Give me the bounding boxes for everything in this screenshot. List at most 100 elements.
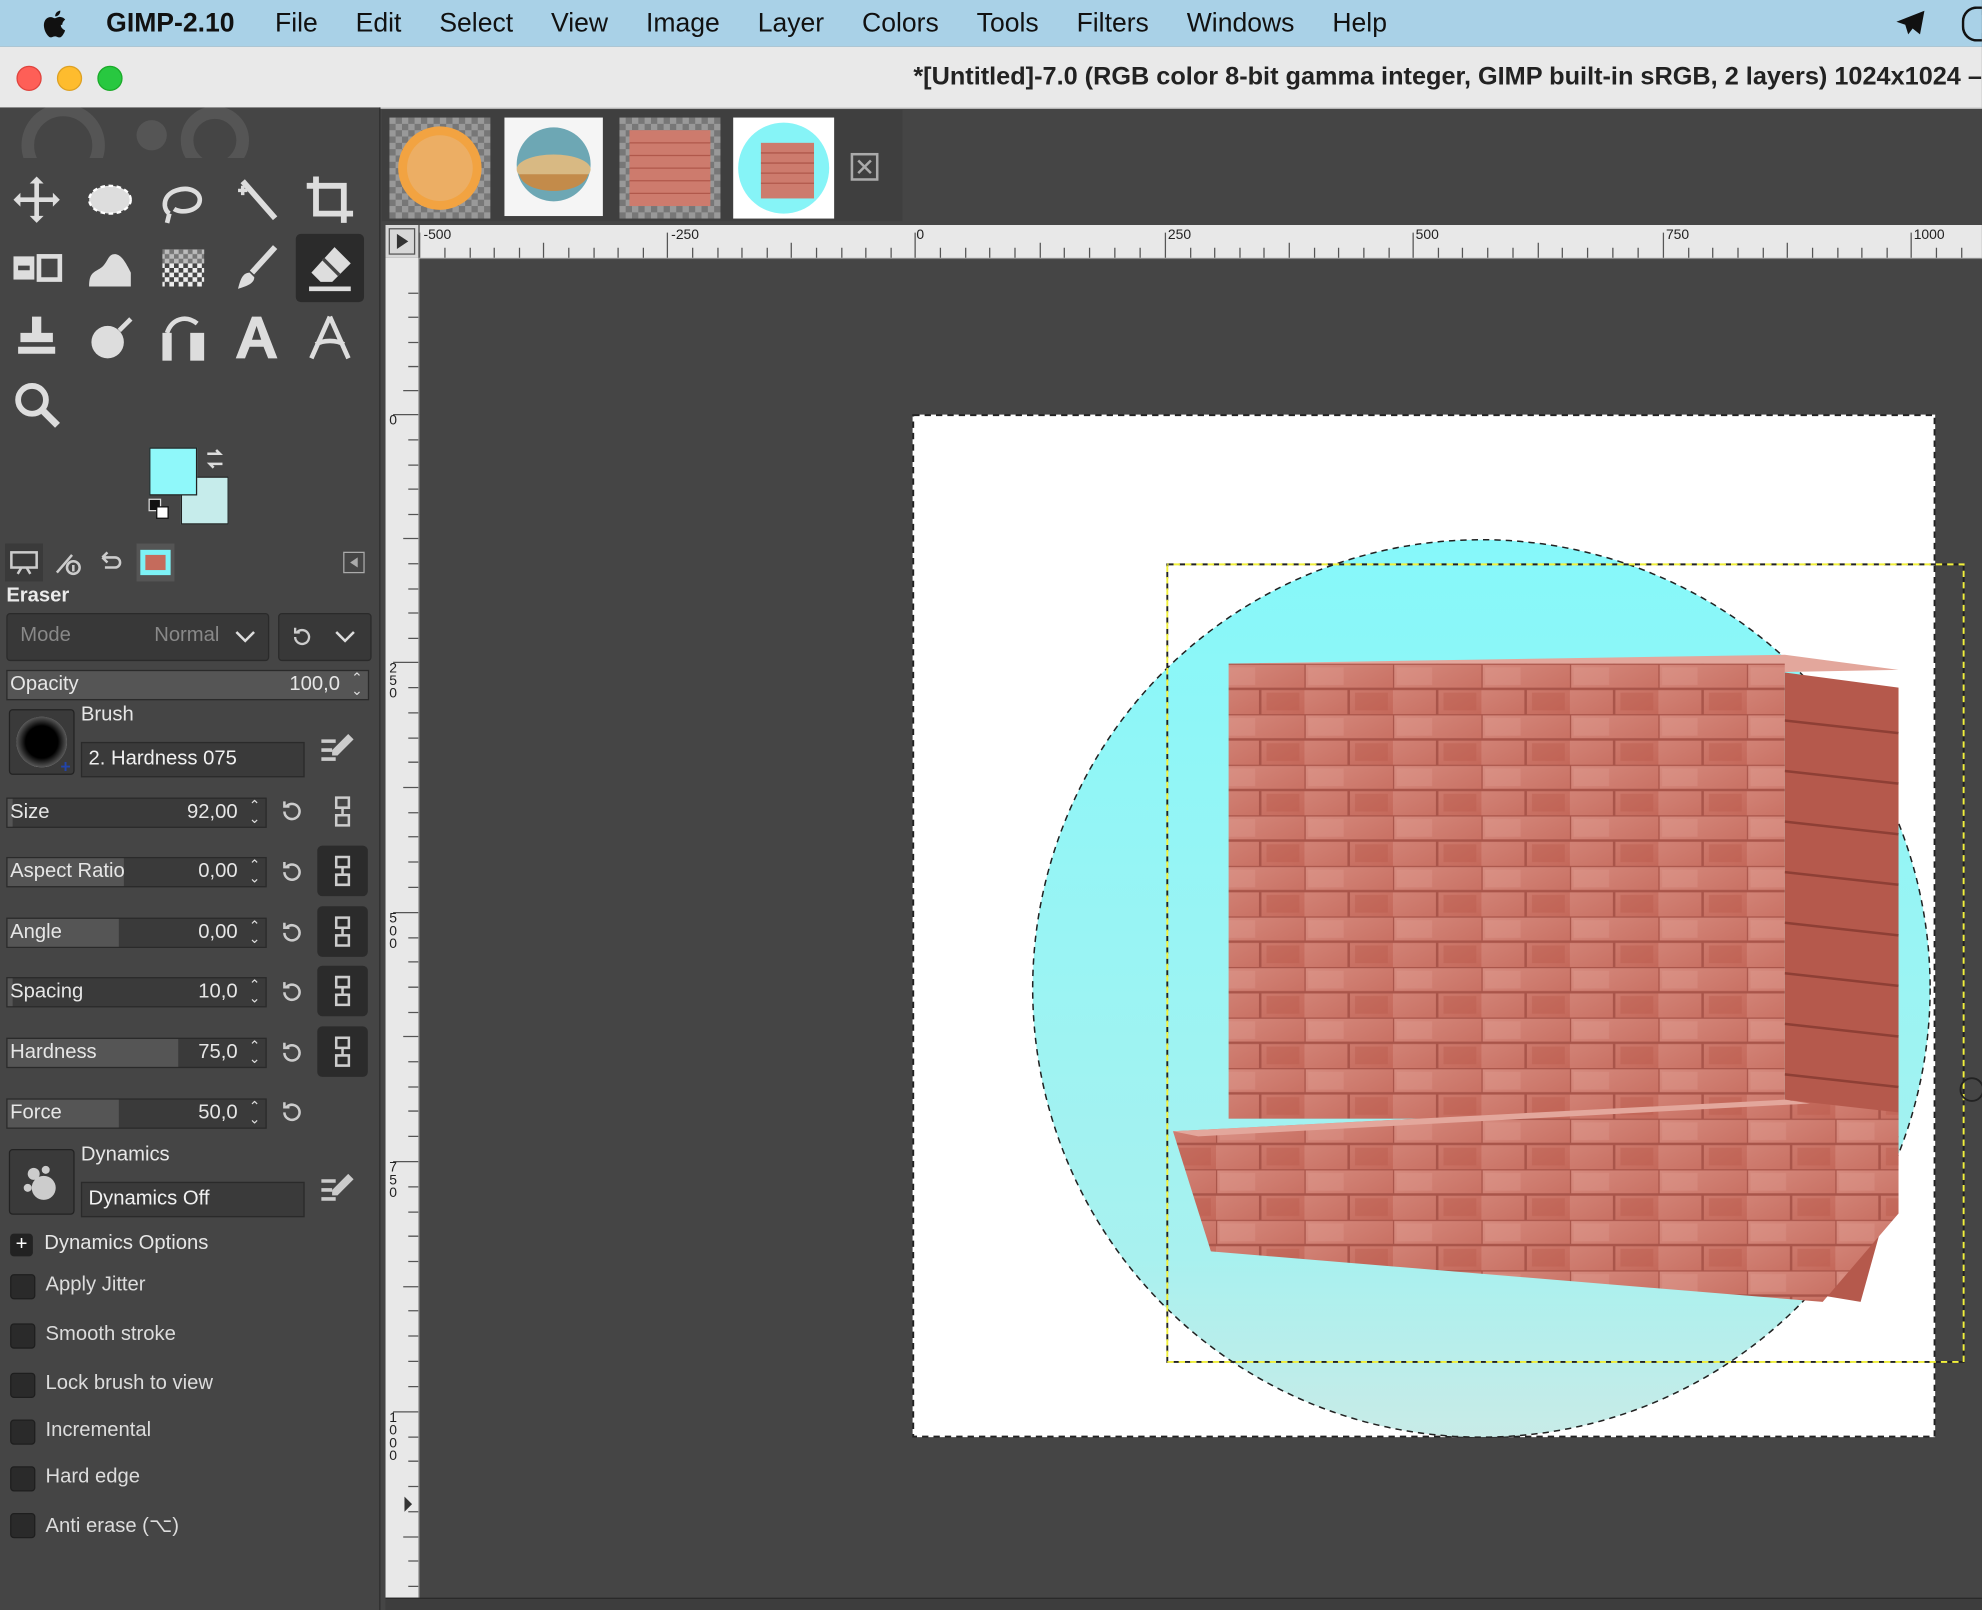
tool-options-tab[interactable] (5, 543, 43, 582)
panel-menu-icon[interactable] (341, 550, 366, 575)
angle-reset-button[interactable] (276, 916, 309, 949)
zoom-tool[interactable] (3, 370, 71, 438)
spin-arrows-icon[interactable]: ⌃ ⌄ (351, 672, 363, 699)
brush-name-field[interactable]: 2. Hardness 075 (80, 741, 305, 778)
mode-value: Normal (154, 624, 220, 646)
hardness-reset-button[interactable] (276, 1036, 309, 1069)
ruler-label: 750 (1665, 227, 1690, 243)
image-tab-orange-ball[interactable] (389, 117, 491, 219)
free-select-tool[interactable] (149, 166, 217, 234)
swap-colors-icon[interactable] (202, 446, 227, 471)
size-link-button[interactable] (326, 795, 359, 828)
incremental-checkbox[interactable] (10, 1419, 36, 1445)
image-thumbnail (504, 117, 603, 217)
force-slider[interactable]: Force 50,0 ⌃ ⌄ (6, 1098, 267, 1129)
spacing-slider[interactable]: Spacing 10,0 ⌃ ⌄ (6, 977, 267, 1008)
ruler-corner[interactable] (385, 224, 419, 258)
spacing-reset-button[interactable] (276, 976, 309, 1009)
image-tab-brick-circle[interactable] (733, 117, 835, 219)
minimize-window-button[interactable] (56, 65, 83, 92)
warp-transform-tool[interactable] (76, 234, 144, 302)
vertical-ruler[interactable]: 0 250 500 750 1000 (385, 257, 420, 1598)
unified-transform-tool[interactable] (3, 234, 71, 302)
anti-erase-checkbox[interactable] (10, 1513, 36, 1539)
hardness-link-button[interactable] (317, 1026, 368, 1077)
spin-arrows-icon[interactable]: ⌃ ⌄ (249, 1100, 261, 1127)
spin-arrows-icon[interactable]: ⌃ ⌄ (249, 799, 261, 826)
smudge-tool[interactable] (76, 303, 144, 371)
spin-arrows-icon[interactable]: ⌃ ⌄ (249, 979, 261, 1006)
size-slider[interactable]: Size 92,00 ⌃ ⌄ (6, 797, 267, 828)
mode-label: Mode (20, 624, 71, 646)
image-tab-bowl[interactable] (504, 117, 605, 219)
app-name[interactable]: GIMP-2.10 (106, 8, 234, 38)
move-tool[interactable] (3, 166, 71, 234)
hardness-slider[interactable]: Hardness 75,0 ⌃ ⌄ (6, 1037, 267, 1069)
menu-help[interactable]: Help (1332, 8, 1387, 38)
spacing-link-button[interactable] (317, 965, 368, 1017)
undo-history-tab[interactable] (91, 544, 129, 582)
foreground-color-swatch[interactable] (149, 447, 198, 496)
size-reset-button[interactable] (276, 795, 309, 828)
navigate-arrow-icon (388, 228, 416, 255)
aspect-ratio-slider[interactable]: Aspect Ratio 0,00 ⌃ ⌄ (6, 856, 267, 888)
menu-view[interactable]: View (551, 8, 608, 38)
device-status-tab[interactable] (48, 544, 86, 582)
lock-brush-to-view-checkbox[interactable] (10, 1372, 36, 1398)
image-tab-brick-wall[interactable] (619, 117, 721, 219)
eraser-tool[interactable] (295, 233, 365, 303)
ellipse-select-tool[interactable] (76, 166, 144, 234)
gradient-tool[interactable] (149, 234, 217, 302)
images-tab[interactable] (136, 543, 175, 582)
menu-tools[interactable]: Tools (977, 8, 1039, 38)
dynamics-options-expander[interactable]: + Dynamics Options (10, 1230, 364, 1260)
menu-windows[interactable]: Windows (1187, 8, 1295, 38)
opacity-slider[interactable]: Opacity 100,0 ⌃ ⌄ (6, 669, 370, 701)
spin-arrows-icon[interactable]: ⌃ ⌄ (249, 859, 261, 886)
force-reset-button[interactable] (276, 1096, 309, 1129)
paths-tool[interactable] (149, 303, 217, 371)
aspect-ratio-reset-button[interactable] (276, 856, 309, 889)
menu-select[interactable]: Select (439, 8, 513, 38)
menu-colors[interactable]: Colors (862, 8, 939, 38)
menu-edit[interactable]: Edit (356, 8, 402, 38)
edit-brush-icon[interactable] (316, 727, 359, 770)
dynamics-name-field[interactable]: Dynamics Off (80, 1181, 305, 1218)
reset-icon (283, 801, 301, 821)
edit-dynamics-icon[interactable] (316, 1167, 359, 1210)
menu-image[interactable]: Image (646, 8, 720, 38)
window-titlebar: *[Untitled]-7.0 (RGB color 8-bit gamma i… (0, 46, 1982, 109)
close-window-button[interactable] (16, 65, 42, 92)
paintbrush-tool[interactable] (222, 234, 290, 302)
measure-tool[interactable] (296, 303, 364, 371)
default-colors-icon[interactable] (148, 498, 173, 523)
menu-filters[interactable]: Filters (1077, 8, 1149, 38)
menu-layer[interactable]: Layer (758, 8, 824, 38)
mode-reset-combo[interactable] (278, 613, 372, 662)
magnifier-icon (15, 383, 60, 428)
angle-label: Angle (10, 921, 62, 943)
spin-arrows-icon[interactable]: ⌃ ⌄ (249, 1040, 261, 1067)
telegram-icon[interactable] (1893, 6, 1928, 41)
angle-link-button[interactable] (317, 906, 368, 957)
apple-icon[interactable] (38, 6, 73, 41)
fuzzy-select-tool[interactable] (222, 166, 290, 234)
crop-tool[interactable] (296, 166, 364, 234)
aspect-ratio-link-button[interactable] (317, 845, 368, 897)
menu-file[interactable]: File (275, 8, 318, 38)
dynamics-preview[interactable] (8, 1148, 75, 1215)
hard-edge-checkbox[interactable] (10, 1466, 36, 1492)
clone-tool[interactable] (3, 303, 71, 371)
brush-preview[interactable]: + (8, 709, 75, 776)
apply-jitter-checkbox[interactable] (10, 1274, 36, 1300)
image-canvas[interactable] (419, 259, 1982, 1599)
menubar-extra-icon[interactable] (1961, 5, 1982, 42)
close-image-icon[interactable] (849, 152, 879, 182)
smooth-stroke-checkbox[interactable] (10, 1323, 36, 1349)
text-tool[interactable] (222, 303, 290, 371)
angle-slider[interactable]: Angle 0,00 ⌃ ⌄ (6, 917, 267, 949)
zoom-window-button[interactable] (97, 65, 123, 92)
horizontal-ruler[interactable]: -500 -250 0 250 500 750 1000 (419, 224, 1982, 260)
spin-arrows-icon[interactable]: ⌃ ⌄ (249, 920, 261, 947)
mode-combo[interactable]: Mode Normal (6, 613, 270, 662)
